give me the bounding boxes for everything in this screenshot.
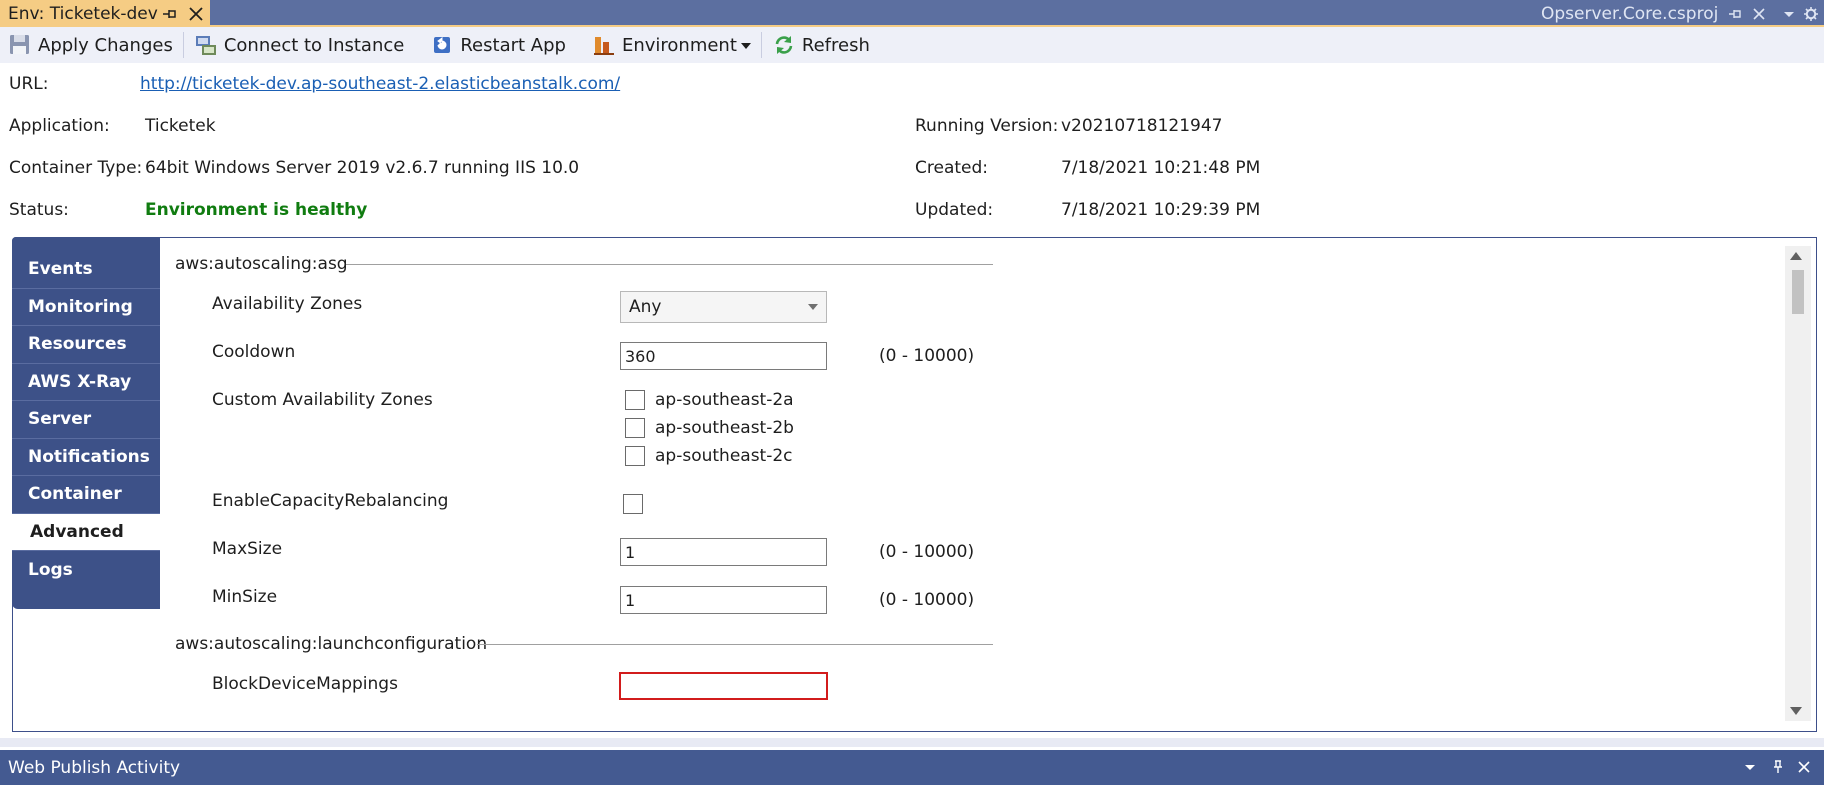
url-label: URL:: [9, 74, 49, 94]
section-divider: [346, 264, 993, 265]
capacity-rebalancing-checkbox[interactable]: [623, 494, 643, 514]
maxsize-input[interactable]: [620, 538, 827, 566]
sidebar-item-container[interactable]: Container: [12, 476, 160, 514]
sidebar-item-advanced[interactable]: Advanced: [12, 513, 160, 551]
chevron-down-icon: [808, 304, 818, 310]
checkbox[interactable]: [625, 418, 645, 438]
restart-icon: [434, 37, 451, 53]
zone-checkbox-2b[interactable]: ap-southeast-2b: [625, 418, 794, 438]
document-tab-label: Env: Ticketek-dev: [8, 3, 158, 24]
refresh-icon: [775, 36, 793, 54]
zone-label: ap-southeast-2c: [655, 446, 793, 466]
sidebar-item-aws-x-ray[interactable]: AWS X-Ray: [12, 364, 160, 401]
web-publish-activity-panel[interactable]: Web Publish Activity: [0, 750, 1824, 785]
pin-icon[interactable]: [1727, 6, 1743, 22]
block-device-mappings-input[interactable]: [619, 672, 828, 700]
maxsize-label: MaxSize: [212, 539, 283, 559]
document-tab[interactable]: Env: Ticketek-dev: [0, 0, 210, 27]
section-title-launchconfiguration: aws:autoscaling:launchconfiguration: [175, 634, 488, 654]
cooldown-input[interactable]: [620, 342, 827, 370]
sidebar: Events Monitoring Resources AWS X-Ray Se…: [12, 237, 160, 609]
cooldown-range: (0 - 10000): [879, 346, 975, 366]
pin-icon[interactable]: [1770, 759, 1786, 775]
restart-app-label: Restart App: [460, 34, 566, 56]
environment-dropdown[interactable]: Environment: [592, 27, 751, 63]
running-version-value: v20210718121947: [1061, 116, 1223, 136]
availability-zones-select[interactable]: Any: [620, 291, 827, 323]
section-title-asg: aws:autoscaling:asg: [175, 254, 348, 274]
toolbar-separator: [182, 32, 184, 58]
zone-checkbox-2a[interactable]: ap-southeast-2a: [625, 390, 794, 410]
zone-label: ap-southeast-2a: [655, 390, 794, 410]
chevron-down-icon[interactable]: [1781, 6, 1797, 22]
save-icon: [10, 35, 29, 54]
project-tab[interactable]: Opserver.Core.csproj: [1535, 0, 1824, 27]
environment-info: URL: http://ticketek-dev.ap-southeast-2.…: [0, 63, 1824, 235]
environment-icon: [593, 37, 614, 55]
connect-to-instance-label: Connect to Instance: [223, 34, 405, 56]
zone-checkbox-2c[interactable]: ap-southeast-2c: [625, 446, 793, 466]
created-value: 7/18/2021 10:21:48 PM: [1061, 158, 1261, 178]
advanced-settings: aws:autoscaling:asg Availability Zones A…: [160, 238, 1785, 731]
pin-icon[interactable]: [160, 5, 178, 23]
chevron-down-icon: [740, 43, 751, 49]
scroll-up-icon[interactable]: [1790, 252, 1802, 260]
sidebar-item-resources[interactable]: Resources: [12, 326, 160, 364]
checkbox[interactable]: [625, 390, 645, 410]
gear-icon[interactable]: [1803, 6, 1819, 22]
sidebar-item-notifications[interactable]: Notifications: [12, 439, 160, 476]
status-label: Status:: [9, 200, 69, 220]
refresh-button[interactable]: Refresh: [772, 27, 870, 63]
minsize-range: (0 - 10000): [879, 590, 975, 610]
apply-changes-button[interactable]: Apply Changes: [8, 27, 173, 63]
section-divider: [477, 644, 993, 645]
connect-to-instance-button[interactable]: Connect to Instance: [194, 27, 405, 63]
close-icon[interactable]: [1796, 759, 1812, 775]
scroll-down-icon[interactable]: [1790, 707, 1802, 715]
chevron-down-icon[interactable]: [1742, 759, 1758, 775]
vertical-scrollbar[interactable]: [1785, 246, 1811, 721]
application-value: Ticketek: [145, 116, 216, 136]
project-tab-label: Opserver.Core.csproj: [1541, 3, 1719, 24]
status-value: Environment is healthy: [145, 200, 368, 220]
close-icon[interactable]: [187, 5, 205, 23]
sidebar-item-monitoring[interactable]: Monitoring: [12, 289, 160, 326]
scrollbar-thumb[interactable]: [1792, 270, 1804, 314]
container-type-value: 64bit Windows Server 2019 v2.6.7 running…: [145, 158, 580, 178]
cooldown-label: Cooldown: [212, 342, 296, 362]
capacity-rebalancing-label: EnableCapacityRebalancing: [212, 491, 449, 511]
created-label: Created:: [915, 158, 989, 178]
maxsize-range: (0 - 10000): [879, 542, 975, 562]
availability-zones-label: Availability Zones: [212, 294, 363, 314]
refresh-label: Refresh: [801, 34, 870, 56]
panel-splitter[interactable]: [0, 738, 1824, 747]
minsize-label: MinSize: [212, 587, 278, 607]
container-type-label: Container Type:: [9, 158, 143, 178]
panel-title: Web Publish Activity: [8, 757, 181, 778]
availability-zones-value: Any: [629, 297, 662, 317]
updated-label: Updated:: [915, 200, 994, 220]
minsize-input[interactable]: [620, 586, 827, 614]
apply-changes-label: Apply Changes: [38, 34, 173, 56]
checkbox[interactable]: [625, 446, 645, 466]
sidebar-item-logs[interactable]: Logs: [12, 551, 160, 589]
environment-label: Environment: [621, 34, 737, 56]
sidebar-item-events[interactable]: Events: [12, 251, 160, 289]
custom-zones-label: Custom Availability Zones: [212, 390, 433, 410]
running-version-label: Running Version:: [915, 116, 1059, 136]
close-icon[interactable]: [1751, 6, 1767, 22]
application-label: Application:: [9, 116, 110, 136]
toolbar-separator: [760, 32, 762, 58]
sidebar-item-server[interactable]: Server: [12, 401, 160, 439]
environment-url-link[interactable]: http://ticketek-dev.ap-southeast-2.elast…: [140, 74, 620, 94]
toolbar: Apply Changes Connect to Instance Restar…: [0, 27, 1824, 63]
connect-instance-icon: [195, 36, 216, 55]
updated-value: 7/18/2021 10:29:39 PM: [1061, 200, 1261, 220]
block-device-mappings-label: BlockDeviceMappings: [212, 674, 398, 694]
zone-label: ap-southeast-2b: [655, 418, 794, 438]
restart-app-button[interactable]: Restart App: [430, 27, 566, 63]
